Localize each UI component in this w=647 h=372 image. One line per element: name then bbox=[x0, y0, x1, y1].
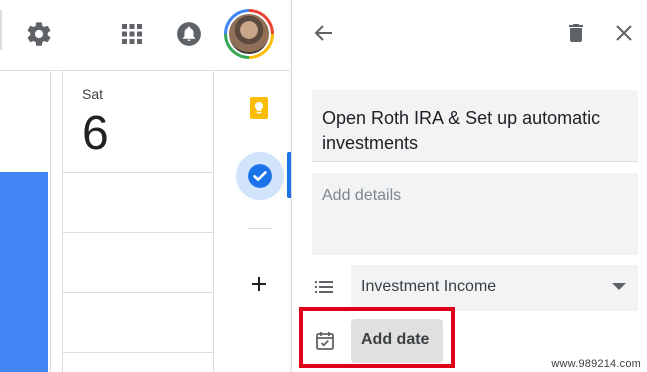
hour-row-line bbox=[62, 172, 214, 173]
watermark: www.989214.com bbox=[551, 358, 641, 370]
close-icon[interactable] bbox=[612, 21, 636, 45]
calendar-event[interactable] bbox=[0, 172, 48, 372]
panel-divider bbox=[291, 0, 292, 372]
tasks-button[interactable] bbox=[236, 152, 284, 200]
list-icon bbox=[312, 275, 336, 299]
details-placeholder: Add details bbox=[322, 187, 402, 204]
hour-row-line bbox=[62, 352, 214, 353]
header-divider bbox=[0, 70, 290, 71]
trash-icon[interactable] bbox=[564, 21, 588, 45]
strip-divider bbox=[248, 228, 272, 229]
bell-icon[interactable] bbox=[176, 20, 202, 48]
hour-row-line bbox=[62, 292, 214, 293]
highlight-annotation bbox=[299, 307, 455, 368]
task-list-select[interactable]: Investment Income bbox=[351, 265, 638, 311]
keep-icon[interactable] bbox=[247, 96, 271, 120]
task-list-value: Investment Income bbox=[361, 278, 497, 295]
task-title-field[interactable]: Open Roth IRA & Set up automatic investm… bbox=[312, 90, 638, 162]
task-details-field[interactable]: Add details bbox=[312, 173, 638, 255]
day-number[interactable]: 6 bbox=[82, 106, 109, 162]
dropdown-arrow-icon bbox=[612, 283, 626, 290]
avatar[interactable] bbox=[224, 9, 274, 59]
plus-icon[interactable] bbox=[247, 272, 271, 296]
gear-icon[interactable] bbox=[25, 20, 53, 48]
back-arrow-icon[interactable] bbox=[312, 21, 336, 45]
grid-column-line bbox=[62, 71, 63, 372]
grid-column-line bbox=[213, 71, 214, 372]
calendar-edge bbox=[0, 10, 2, 50]
avatar-photo bbox=[227, 12, 271, 56]
day-of-week-label: Sat bbox=[82, 86, 104, 102]
hour-row-line bbox=[62, 232, 214, 233]
active-indicator bbox=[287, 152, 291, 198]
grid-column-line bbox=[50, 71, 51, 372]
task-title-text: Open Roth IRA & Set up automatic investm… bbox=[322, 108, 601, 153]
apps-grid-icon[interactable] bbox=[120, 22, 144, 46]
tasks-icon bbox=[248, 164, 272, 188]
